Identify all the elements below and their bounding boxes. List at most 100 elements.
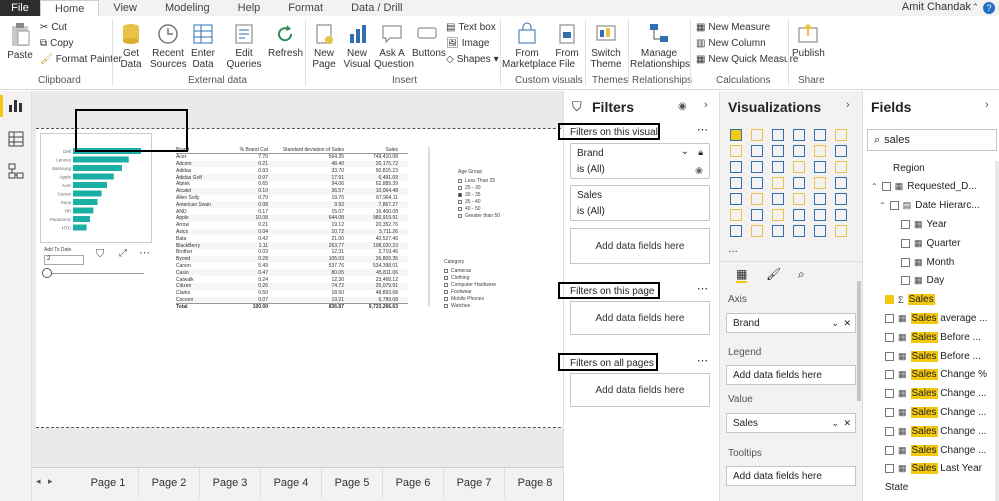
field-item[interactable]: ▦ Sales average ... [885, 309, 988, 327]
table-row[interactable]: Acer 7.70 564.35 749,410.08 [176, 154, 408, 161]
field-item[interactable]: State [885, 479, 908, 497]
new-page-button[interactable]: New Page [310, 22, 338, 70]
legend-field-well[interactable]: Add data fields here [726, 365, 856, 385]
bar[interactable] [73, 165, 122, 171]
format-painter-button[interactable]: 🖌 Format Painter [40, 54, 122, 65]
eye-icon[interactable]: ◉ [695, 165, 703, 176]
tooltips-field-well[interactable]: Add data fields here [726, 466, 856, 486]
remove-field-icon[interactable]: ✕ [843, 418, 851, 429]
bar[interactable] [73, 216, 90, 222]
visual-type-icon[interactable] [751, 161, 763, 173]
visual-type-icon[interactable] [772, 145, 784, 157]
menu-format[interactable]: Format [274, 0, 337, 16]
field-item[interactable]: ▦ Sales Before ... [885, 328, 981, 346]
add-all-pages-filter-field[interactable]: Add data fields here [570, 373, 710, 407]
field-item[interactable]: Region [893, 159, 925, 177]
from-marketplace-button[interactable]: From Marketplace [502, 22, 556, 70]
slicer-item[interactable]: Less Than 25 [458, 177, 500, 184]
lock-icon[interactable]: 🔒︎ [698, 147, 703, 158]
menu-data-drill[interactable]: Data / Drill [337, 0, 416, 16]
page-tab[interactable]: Page 8 [505, 468, 566, 498]
checkbox[interactable] [885, 313, 894, 323]
table-row[interactable]: Clarks 0.50 18.50 48,893.68 [176, 290, 408, 297]
copy-button[interactable]: ⧉ Copy [40, 38, 74, 49]
menu-view[interactable]: View [99, 0, 151, 16]
visual-type-icon[interactable] [730, 209, 742, 221]
recent-sources-button[interactable]: Recent Sources [150, 22, 187, 70]
table-row[interactable]: Asics 0.04 10.72 3,711.26 [176, 228, 408, 236]
brand-filter-card[interactable]: Brand is (All) ⌄ 🔒︎ ◉ [570, 143, 710, 179]
visual-type-icon[interactable] [835, 161, 847, 173]
table-row[interactable]: Cocoon 0.07 19.21 6,789.08 [176, 296, 408, 304]
visual-type-icon[interactable] [772, 193, 784, 205]
checkbox[interactable] [885, 464, 894, 474]
visual-type-icon[interactable] [814, 209, 826, 221]
visual-type-icon[interactable] [751, 193, 763, 205]
checkbox[interactable] [444, 296, 448, 301]
file-menu[interactable]: File [0, 0, 40, 16]
checkbox[interactable] [881, 182, 891, 192]
checkbox[interactable] [444, 268, 448, 273]
visual-type-icon[interactable] [772, 225, 784, 237]
page-tab[interactable]: Page 6 [383, 468, 444, 498]
table-row[interactable]: AND 0.17 15.07 16,400.08 [176, 208, 408, 215]
table-row[interactable]: Apple 10.08 644.08 980,919.91 [176, 214, 408, 222]
visual-type-icon[interactable] [772, 209, 784, 221]
report-view-icon[interactable] [8, 97, 24, 116]
table-row[interactable]: Brother 0.03 12.31 2,719.46 [176, 249, 408, 256]
field-item[interactable]: ▦ Sales Before ... [885, 347, 981, 365]
bar[interactable] [73, 173, 114, 180]
more-visuals-icon[interactable]: ... [728, 241, 738, 255]
more-options-icon[interactable]: ⋯ [697, 282, 708, 295]
slicer-item[interactable]: 40 - 50 [458, 205, 500, 212]
visual-type-icon[interactable] [814, 161, 826, 173]
help-icon[interactable]: ? [983, 2, 995, 14]
visual-type-icon[interactable] [793, 209, 805, 221]
value-field-well[interactable]: Sales ⌄ ✕ [726, 413, 856, 433]
visual-type-icon[interactable] [730, 145, 742, 157]
table-row[interactable]: American Swan 0.08 9.92 7,867.27 [176, 201, 408, 209]
bar[interactable] [73, 182, 107, 188]
visual-type-icon[interactable] [814, 193, 826, 205]
collapse-ribbon-icon[interactable]: ⌃ [971, 2, 979, 13]
from-file-button[interactable]: From File [553, 22, 581, 70]
checkbox[interactable] [885, 407, 894, 417]
page-tab[interactable]: Page 7 [444, 468, 505, 498]
checkbox[interactable] [458, 178, 462, 183]
page-tab[interactable]: Page 5 [322, 468, 383, 498]
refresh-button[interactable]: Refresh [268, 22, 303, 59]
visual-type-icon[interactable] [751, 177, 763, 189]
visual-type-icon[interactable] [751, 129, 763, 141]
visual-type-icon[interactable] [772, 129, 784, 141]
slicer-item[interactable]: Computer Hardware [444, 281, 496, 288]
fields-search-box[interactable]: ⌕ sales [867, 129, 997, 151]
visual-type-icon[interactable] [835, 209, 847, 221]
page-tab[interactable]: Page 3 [200, 468, 261, 498]
field-item[interactable]: ▦ Day [901, 272, 944, 290]
checkbox[interactable] [885, 332, 894, 342]
checkbox[interactable] [444, 289, 448, 294]
page-tab[interactable]: Page 2 [139, 468, 200, 498]
focus-mode-icon[interactable]: ⤢ [119, 248, 127, 259]
fields-scrollbar[interactable] [995, 161, 999, 501]
slicer-item[interactable]: 30 - 35 [458, 191, 500, 198]
bar[interactable] [73, 156, 129, 163]
field-item[interactable]: ⌃ ▦ Requested_D... [871, 178, 977, 196]
publish-button[interactable]: Publish [792, 22, 825, 59]
visual-type-icon[interactable] [730, 193, 742, 205]
chevron-down-icon[interactable]: ⌄ [831, 318, 839, 329]
checkbox[interactable] [885, 351, 894, 361]
checkbox[interactable] [458, 199, 462, 204]
table-row[interactable]: Adidas 0.93 33.70 90,815.23 [176, 167, 408, 174]
shapes-button[interactable]: ◇ Shapes ▾ [446, 54, 499, 65]
checkbox[interactable] [885, 445, 894, 455]
collapse-filters-icon[interactable]: › [704, 99, 708, 111]
menu-home[interactable]: Home [40, 0, 100, 16]
checkbox[interactable] [444, 303, 448, 308]
new-visual-button[interactable]: New Visual [343, 22, 371, 70]
field-item[interactable]: ⌃ ▤ Date Hierarc... [879, 197, 980, 215]
field-item[interactable]: ▦ Quarter [901, 234, 960, 252]
more-options-icon[interactable]: ⋯ [697, 354, 708, 367]
more-options-icon[interactable]: ⋯ [697, 123, 708, 136]
buttons-button[interactable]: Buttons [412, 22, 446, 59]
